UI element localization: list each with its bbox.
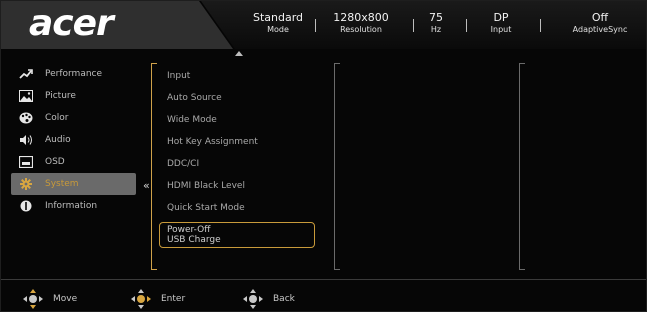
value-column-frame bbox=[519, 63, 525, 270]
sidebar-item-information[interactable]: Information bbox=[11, 195, 141, 217]
status-resolution: 1280x800 Resolution bbox=[328, 12, 394, 34]
status-divider bbox=[540, 19, 541, 32]
status-divider bbox=[413, 19, 414, 32]
hint-move-label: Move bbox=[53, 294, 78, 304]
sidebar-item-system[interactable]: System bbox=[11, 173, 136, 195]
sidebar-item-label: Information bbox=[45, 201, 98, 211]
sidebar-item-label: Performance bbox=[45, 69, 103, 79]
sidebar-item-label: Color bbox=[45, 113, 69, 123]
menu-item-auto-source[interactable]: Auto Source bbox=[159, 87, 319, 109]
acer-logo: acer bbox=[29, 3, 114, 44]
hint-back: Back bbox=[243, 289, 295, 309]
status-refresh-value: 75 bbox=[429, 11, 443, 24]
menu-item-hot-key-assignment[interactable]: Hot Key Assignment bbox=[159, 131, 319, 153]
menu-item-hdmi-black-level[interactable]: HDMI Black Level bbox=[159, 175, 319, 197]
sidebar-item-performance[interactable]: Performance bbox=[11, 63, 141, 85]
sidebar-item-color[interactable]: Color bbox=[11, 107, 141, 129]
status-input-label: Input bbox=[490, 25, 512, 34]
menu-item-label: USB Charge bbox=[167, 235, 221, 245]
osd-window: acer Standard Mode 1280x800 Resolution 7… bbox=[0, 0, 647, 312]
status-adaptivesync-value: Off bbox=[591, 11, 609, 24]
picture-icon bbox=[19, 90, 33, 102]
sidebar-item-picture[interactable]: Picture bbox=[11, 85, 141, 107]
status-divider bbox=[315, 19, 316, 32]
status-input-value: DP bbox=[493, 11, 509, 24]
performance-icon bbox=[19, 68, 33, 80]
sidebar-item-audio[interactable]: Audio bbox=[11, 129, 141, 151]
status-mode-label: Mode bbox=[267, 25, 289, 34]
menu-item-power-off-usb-charge[interactable]: Power-Off USB Charge bbox=[159, 222, 315, 248]
status-adaptivesync-label: AdaptiveSync bbox=[572, 25, 628, 34]
joystick-back-icon bbox=[243, 289, 263, 309]
sidebar-item-label: System bbox=[45, 179, 79, 189]
status-input: DP Input bbox=[483, 12, 519, 34]
status-mode-value: Standard bbox=[253, 11, 304, 24]
hint-back-label: Back bbox=[273, 294, 295, 304]
hint-move: Move bbox=[23, 289, 77, 309]
sidebar-item-label: Picture bbox=[45, 91, 76, 101]
chevron-left-icon: « bbox=[143, 179, 150, 192]
menu-item-quick-start-mode[interactable]: Quick Start Mode bbox=[159, 197, 319, 219]
option-column-frame bbox=[334, 63, 340, 270]
sidebar-item-osd[interactable]: OSD bbox=[11, 151, 141, 173]
sidebar: Performance Picture Color Audio OSD Syst… bbox=[11, 63, 141, 217]
hint-enter-label: Enter bbox=[161, 294, 186, 304]
color-icon bbox=[19, 112, 33, 124]
scroll-up-icon bbox=[235, 51, 243, 56]
information-icon bbox=[19, 200, 33, 212]
menu-item-ddc-ci[interactable]: DDC/CI bbox=[159, 153, 319, 175]
status-divider bbox=[466, 19, 467, 32]
menu-column-frame bbox=[151, 63, 157, 270]
footer-divider bbox=[1, 279, 646, 280]
osd-icon bbox=[19, 156, 33, 168]
status-refresh: 75 Hz bbox=[421, 12, 451, 34]
status-refresh-label: Hz bbox=[430, 25, 442, 34]
status-mode: Standard Mode bbox=[253, 12, 303, 34]
menu-item-wide-mode[interactable]: Wide Mode bbox=[159, 109, 319, 131]
system-menu: Input Auto Source Wide Mode Hot Key Assi… bbox=[159, 65, 319, 248]
footer-hints: Move Enter Back bbox=[1, 281, 646, 311]
status-resolution-value: 1280x800 bbox=[333, 11, 389, 24]
header-bar: acer Standard Mode 1280x800 Resolution 7… bbox=[1, 1, 646, 49]
logo-zone: acer bbox=[1, 1, 233, 49]
system-icon bbox=[19, 178, 33, 190]
joystick-move-icon bbox=[23, 289, 43, 309]
sidebar-item-label: Audio bbox=[45, 135, 71, 145]
joystick-enter-icon bbox=[131, 289, 151, 309]
sidebar-item-label: OSD bbox=[45, 157, 65, 167]
status-resolution-label: Resolution bbox=[340, 25, 382, 34]
status-adaptivesync: Off AdaptiveSync bbox=[561, 12, 639, 34]
menu-item-input[interactable]: Input bbox=[159, 65, 319, 87]
audio-icon bbox=[19, 134, 33, 146]
hint-enter: Enter bbox=[131, 289, 185, 309]
menu-item-label: Power-Off bbox=[167, 224, 211, 235]
